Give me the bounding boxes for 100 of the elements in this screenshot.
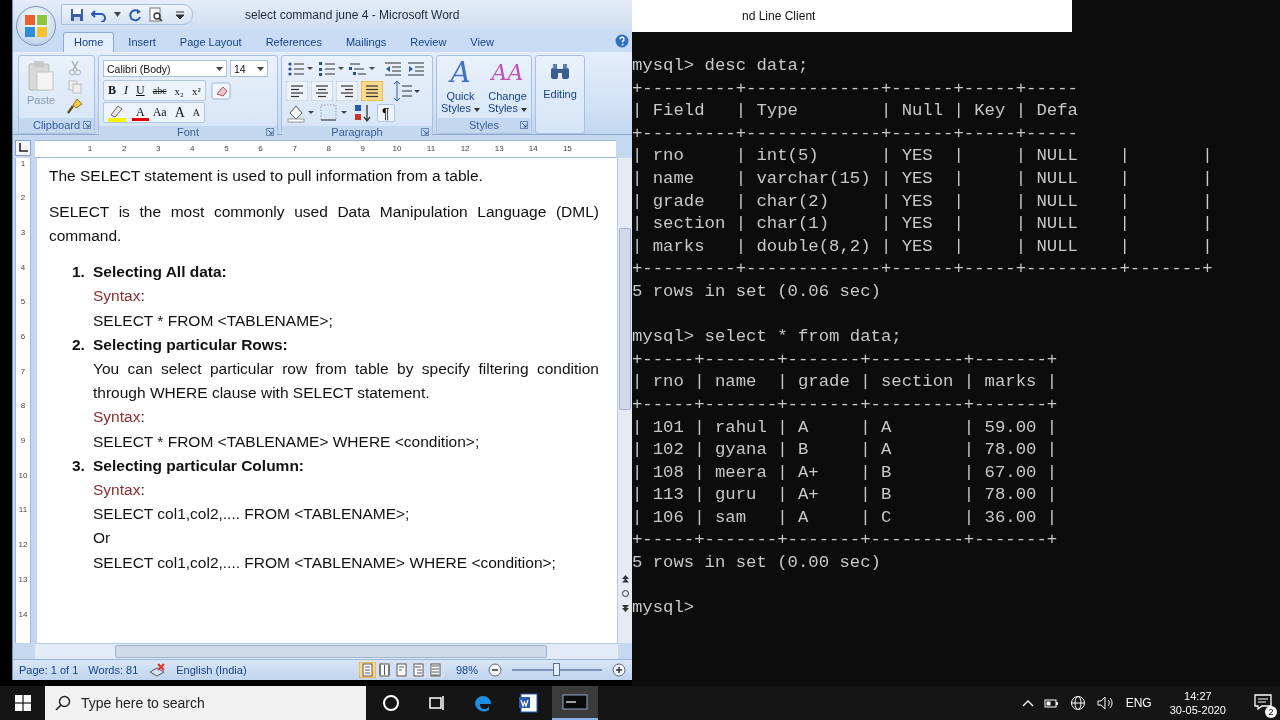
dialog-launcher-icon[interactable] <box>421 127 429 136</box>
format-painter-icon[interactable] <box>67 97 83 114</box>
ribbon-tab[interactable]: Insert <box>118 32 166 52</box>
align-icon[interactable] <box>361 80 383 101</box>
console-app-icon <box>562 693 588 711</box>
horizontal-scrollbar[interactable] <box>35 643 618 660</box>
start-icon[interactable] <box>15 695 31 711</box>
numbering-icon[interactable] <box>317 59 345 78</box>
ruler-number: 7 <box>20 365 26 378</box>
word-count[interactable]: Words: 81 <box>88 664 139 677</box>
format-button[interactable]: A <box>188 103 205 122</box>
group-label: Paragraph <box>331 125 383 138</box>
ruler-number: 13 <box>493 144 505 154</box>
syntax-label: Syntax: <box>93 286 146 307</box>
format-button[interactable]: Aa <box>148 103 171 122</box>
speaker-icon[interactable] <box>1095 695 1114 711</box>
notification-icon[interactable] <box>1254 693 1272 710</box>
battery-icon[interactable] <box>1043 696 1060 710</box>
zoom-in-icon[interactable] <box>612 663 626 678</box>
search-field[interactable]: Type here to search <box>45 686 366 720</box>
browse-object-icon[interactable] <box>620 589 630 599</box>
help-icon[interactable] <box>615 33 629 48</box>
page-count[interactable]: Page: 1 of 1 <box>19 664 79 677</box>
vertical-scrollbar[interactable] <box>617 157 632 644</box>
ribbon-tab[interactable]: References <box>255 32 332 52</box>
format-button[interactable]: x² <box>187 81 205 100</box>
taskbar-app[interactable] <box>552 686 598 720</box>
globe-icon[interactable] <box>1069 695 1086 711</box>
tab-selector[interactable] <box>15 139 31 156</box>
format-button[interactable]: U <box>132 81 149 100</box>
dialog-launcher-icon[interactable] <box>266 127 274 136</box>
next-page-icon[interactable] <box>620 604 630 614</box>
list-heading: Selecting All data: <box>93 262 227 283</box>
print-preview-icon[interactable] <box>149 7 163 23</box>
zoom-level[interactable]: 98% <box>455 664 478 677</box>
redo-icon[interactable] <box>128 7 142 22</box>
borders-icon[interactable] <box>319 102 349 123</box>
ribbon-tab[interactable]: Page Layout <box>169 32 252 52</box>
console-line: | 113 | guru | A+ | B | 78.00 | <box>632 485 1058 505</box>
editing-button[interactable]: Editing <box>536 55 584 133</box>
align-icon[interactable] <box>311 80 333 101</box>
previous-page-icon[interactable] <box>620 574 630 584</box>
ruler-number: 14 <box>18 608 28 621</box>
increase-indent-icon[interactable] <box>406 59 426 78</box>
format-button[interactable]: x₂ <box>170 81 188 100</box>
zoom-slider-thumb[interactable] <box>553 663 561 677</box>
input-language[interactable]: ENG <box>1125 696 1152 710</box>
undo-icon[interactable] <box>91 7 107 22</box>
ruler-number: 7 <box>291 144 298 154</box>
list-number: 2. <box>72 334 86 355</box>
highlighter-icon[interactable] <box>107 103 129 122</box>
language-indicator[interactable]: English (India) <box>176 664 247 677</box>
console-line: | marks | double(8,2) | YES | | NULL | | <box>632 236 1213 256</box>
font-size-dropdown[interactable]: 14 <box>230 60 268 78</box>
syntax-line: SELECT col1,col2,.... FROM <TABLENAME> WHERE <condition>; <box>93 552 557 573</box>
console-line: | 106 | sam | A | C | 36.00 | <box>632 507 1058 527</box>
ribbon-tab[interactable]: Mailings <box>335 32 397 52</box>
ruler-number: 5 <box>223 144 230 154</box>
dialog-launcher-icon[interactable] <box>520 121 528 130</box>
ribbon-tab[interactable]: Review <box>400 32 457 52</box>
console-line: 5 rows in set (0.00 sec) <box>632 553 881 573</box>
console-line: +-----+-------+-------+---------+-------+ <box>632 349 1058 369</box>
dialog-launcher-icon[interactable] <box>83 121 91 130</box>
caret-icon <box>257 66 264 71</box>
format-button[interactable]: I <box>120 81 132 100</box>
clock-date[interactable]: 30-05-2020 <box>1169 703 1226 717</box>
format-button[interactable]: A <box>132 104 149 121</box>
console-line: | rno | name | grade | section | marks | <box>632 372 1058 392</box>
ruler-number: 2 <box>120 144 128 154</box>
proofing-icon[interactable] <box>148 663 167 678</box>
ribbon-tab[interactable]: Home <box>63 31 115 52</box>
syntax-label: Syntax: <box>93 480 146 501</box>
console-line: | section | char(1) | YES | | NULL | | <box>632 214 1213 234</box>
ruler-number: 4 <box>20 261 26 274</box>
format-button[interactable]: A <box>170 103 189 122</box>
console-line: mysql> select * from data; <box>632 327 902 347</box>
caret-icon <box>216 66 223 71</box>
zoom-out-icon[interactable] <box>488 663 502 678</box>
show-hidden-icons-icon[interactable] <box>1021 699 1034 707</box>
clock-time[interactable]: 14:27 <box>1184 689 1212 703</box>
quick-styles-button[interactable]: A Quick Styles <box>439 55 482 118</box>
show-formatting-button[interactable]: ¶ <box>377 103 395 122</box>
decrease-indent-icon[interactable] <box>383 59 403 78</box>
change-styles-button[interactable]: AA Change Styles <box>486 55 529 118</box>
align-icon[interactable] <box>286 80 308 101</box>
cortana-icon <box>382 694 400 712</box>
font-name-dropdown[interactable]: Calibri (Body) <box>103 60 227 78</box>
list-heading: Selecting particular Rows: <box>93 334 288 355</box>
format-button[interactable]: B <box>104 81 120 100</box>
save-icon[interactable] <box>70 7 84 22</box>
ribbon-tab[interactable]: View <box>460 32 504 52</box>
paragraph: You can select particular row from table by specify filtering condition through WHERE clause with SELECT statement. <box>93 359 599 404</box>
ruler-number: 4 <box>189 144 196 154</box>
customize-caret-icon[interactable] <box>176 10 184 19</box>
caret-icon[interactable] <box>114 12 121 18</box>
clear-formatting-icon[interactable] <box>210 81 231 100</box>
format-button[interactable]: abc <box>148 81 171 100</box>
ruler-number: 11 <box>18 504 28 517</box>
search-icon <box>55 695 71 711</box>
align-icon[interactable] <box>336 80 358 101</box>
